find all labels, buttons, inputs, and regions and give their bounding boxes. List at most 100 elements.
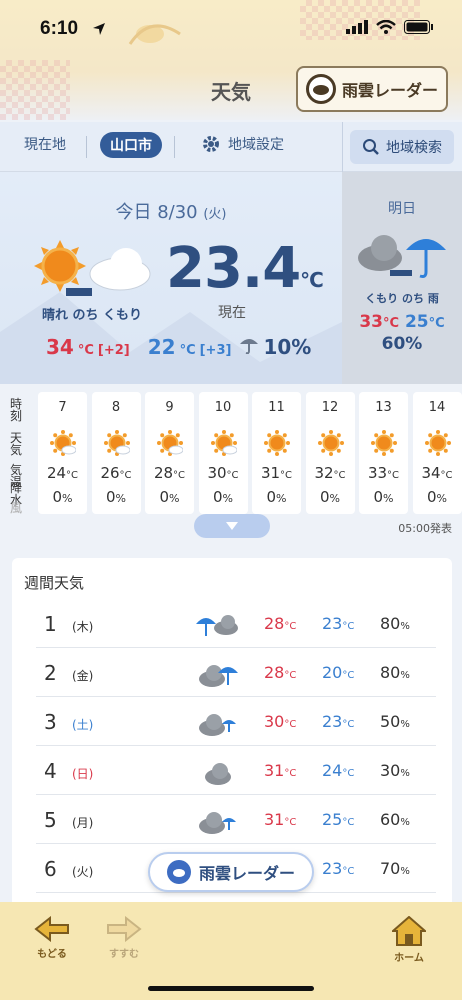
hour-precip: 0% [306, 488, 355, 506]
today-high-low: 34 °C [+2] 22 °C [+3] 10% [46, 334, 311, 359]
rain-cloud-icon [196, 615, 238, 636]
hour-precip-value: 0 [106, 488, 116, 506]
floating-rain-radar-button[interactable]: 雨雲レーダー [148, 852, 314, 892]
week-weekday: (日) [72, 767, 94, 781]
hour-precip: 0% [38, 488, 87, 506]
week-low: 23°C [322, 712, 354, 731]
home-label: ホーム [394, 953, 424, 964]
sun-cloud-icon [103, 430, 130, 456]
week-high: 31°C [264, 761, 296, 780]
tomorrow-title: 明日 [388, 201, 416, 217]
week-low: 24°C [322, 761, 354, 780]
week-rain: 70% [380, 859, 410, 878]
region-search-button[interactable]: 地域検索 [350, 130, 454, 164]
hour-precip-value: 0 [266, 488, 277, 506]
hour-weather [210, 430, 237, 460]
expand-hourly-button[interactable] [194, 514, 270, 538]
week-weather [196, 610, 242, 642]
sun-cloud-icon [210, 430, 237, 456]
hour-label: 12 [321, 400, 339, 415]
hour-label: 10 [214, 400, 232, 415]
cloud-icon [205, 763, 231, 785]
gear-icon [203, 136, 219, 152]
today-high: 34 [46, 335, 74, 359]
label-weather: 天気 [10, 431, 23, 457]
cloud-then-rain-icon [358, 235, 446, 278]
hour-temp-value: 26 [100, 464, 120, 482]
week-rain-unit: % [400, 866, 410, 877]
week-low-value: 25 [322, 810, 343, 829]
hour-weather [264, 430, 290, 460]
hour-precip-unit: % [329, 492, 340, 505]
sun-icon [371, 430, 397, 456]
today-date: 今日 8/30 (火) [0, 198, 342, 224]
current-temperature: 23.4°C [166, 236, 324, 301]
today-low-diff: [+3] [199, 343, 232, 358]
week-low-unit: °C [342, 719, 355, 730]
tab-city[interactable]: 山口市 [100, 132, 162, 158]
week-weather [196, 659, 242, 691]
week-high: 30°C [264, 712, 296, 731]
week-high-unit: °C [284, 670, 297, 681]
week-rain-value: 50 [380, 712, 401, 731]
hourly-forecast: 時刻 天気 気温 降水 風 7 24°C 0% 8 26°C 0% 9 28°C 0% 10 30°… [0, 388, 462, 548]
today-low-unit: °C [179, 343, 196, 358]
week-high-unit: °C [284, 621, 297, 632]
home-button[interactable]: ホーム [390, 915, 428, 964]
hour-temp: 31°C [252, 464, 301, 482]
today-low: 22 [147, 335, 176, 359]
week-row[interactable]: 3 (土) 30°C 23°C 50% [36, 698, 436, 746]
week-rain: 80% [380, 614, 410, 633]
week-rain: 80% [380, 663, 410, 682]
week-rain-unit: % [400, 817, 410, 828]
hour-column: 13 33°C 0% [359, 392, 408, 514]
hour-precip-unit: % [169, 492, 180, 505]
week-row[interactable]: 1 (木) 28°C 23°C 80% [36, 600, 436, 648]
battery-icon [404, 20, 433, 34]
region-setting-button[interactable]: 地域設定 [202, 134, 284, 154]
chevron-down-icon [226, 522, 238, 530]
tomorrow-panel[interactable]: 明日 くもり のち 雨 33°C 25°C 60% [342, 172, 462, 384]
hour-temp: 24°C [38, 464, 87, 482]
week-high: 28°C [264, 614, 296, 633]
week-low-value: 24 [322, 761, 343, 780]
hour-column: 12 32°C 0% [305, 392, 355, 514]
week-high-value: 31 [264, 761, 285, 780]
sun-cloud-icon [157, 430, 184, 456]
hour-precip-unit: % [436, 492, 447, 505]
today-high-unit: °C [77, 343, 94, 358]
hour-precip: 0% [413, 488, 462, 506]
location-tabs: 現在地 山口市 地域設定 地域検索 [0, 122, 462, 172]
week-high-value: 28 [264, 663, 285, 682]
week-high-value: 30 [264, 712, 285, 731]
tomorrow-high-unit: °C [382, 316, 400, 331]
sun-then-cloud-icon [34, 240, 151, 296]
week-row[interactable]: 4 (日) 31°C 24°C 30% [36, 747, 436, 795]
cloud-rain-icon [199, 665, 238, 687]
tomorrow-high-low: 33°C 25°C [342, 312, 462, 332]
hour-weather [317, 430, 344, 460]
week-day-number: 4 [44, 759, 57, 783]
home-icon [390, 915, 428, 946]
back-button[interactable]: もどる [34, 915, 70, 960]
hour-precip: 0% [145, 488, 194, 506]
tab-current-location[interactable]: 現在地 [24, 134, 66, 154]
hour-label: 7 [58, 400, 67, 415]
back-label: もどる [37, 949, 67, 960]
forward-button[interactable]: すすむ [106, 915, 142, 960]
cloud-rain-small-icon [199, 714, 236, 736]
sun-cloud-icon [50, 430, 77, 456]
hour-precip-value: 0 [320, 488, 330, 506]
hour-temp-value: 31 [260, 464, 281, 482]
hour-precip: 0% [92, 488, 141, 506]
week-rain-value: 70 [380, 859, 401, 878]
week-low: 20°C [322, 663, 354, 682]
week-row[interactable]: 2 (金) 28°C 20°C 80% [36, 649, 436, 697]
week-day-number: 1 [44, 612, 57, 636]
week-low-unit: °C [342, 817, 355, 828]
week-row[interactable]: 5 (月) 31°C 25°C 60% [36, 796, 436, 844]
hour-label: 13 [375, 400, 392, 415]
week-rain-value: 80 [380, 663, 401, 682]
hour-column: 9 28°C 0% [145, 392, 194, 514]
rain-radar-button[interactable]: 雨雲レーダー [296, 66, 448, 112]
